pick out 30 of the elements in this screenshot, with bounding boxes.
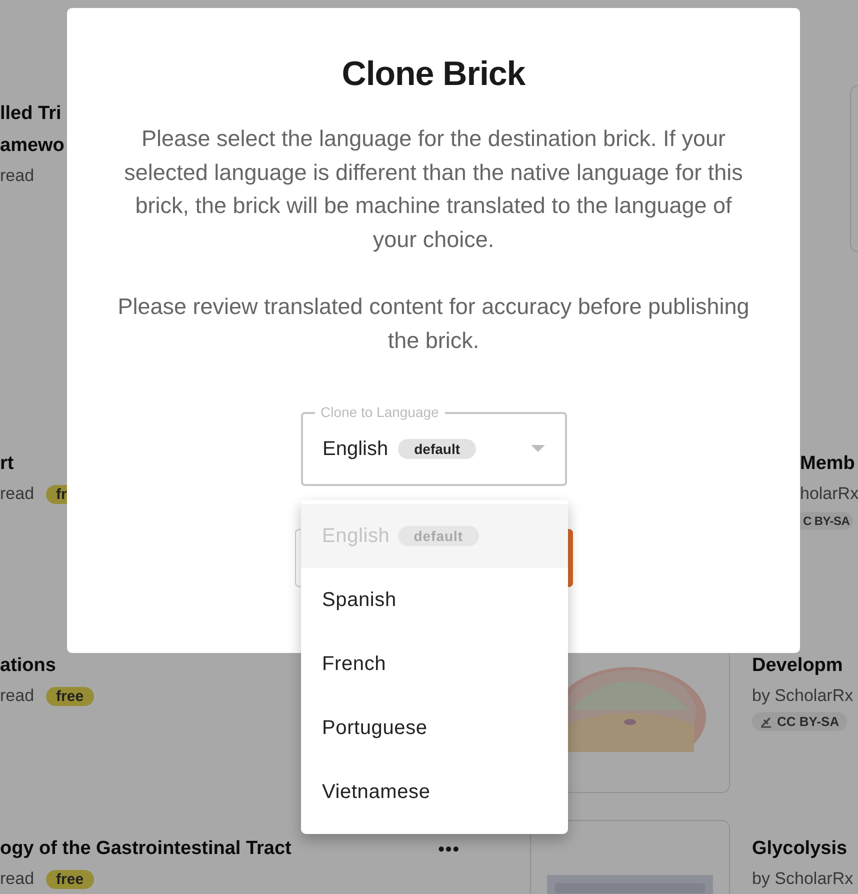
card-title[interactable]: lled Tri — [0, 100, 62, 128]
card-title[interactable]: Developm — [752, 652, 843, 680]
menu-option[interactable]: Vietnamese — [301, 760, 568, 824]
card-title[interactable]: ogy of the Gastrointestinal Tract — [0, 835, 292, 863]
read-time: read — [0, 483, 34, 505]
author: by ScholarRx — [752, 868, 854, 890]
license-badge: CC BY-SA — [752, 712, 848, 731]
read-time: read — [0, 685, 34, 707]
menu-option[interactable]: Spanish — [301, 568, 568, 632]
instruction-text: Please select the language for the destination brick. If your selected language is different than the native language for this brick, the brick will be machine translated to the language of your choice. — [123, 125, 744, 254]
menu-option[interactable]: French — [301, 632, 568, 696]
more-menu-button[interactable]: ••• — [438, 838, 460, 860]
instruction-text: Please review translated content for accuracy before publishing the brick. — [116, 293, 750, 354]
author: holarRx — [800, 483, 858, 505]
menu-option[interactable]: Portuguese — [301, 696, 568, 760]
gavel-icon — [760, 716, 772, 728]
default-badge: default — [398, 526, 480, 546]
card-title[interactable]: Memb — [800, 450, 855, 478]
read-time: read — [0, 868, 34, 890]
card-title[interactable]: rt — [0, 450, 14, 478]
card-title[interactable]: Glycolysis — [752, 835, 848, 863]
dialog-title: Clone Brick — [342, 54, 526, 95]
price-badge: free — [46, 870, 94, 888]
caret-icon — [530, 445, 544, 453]
author: by ScholarRx — [752, 685, 854, 707]
read-time: read — [0, 165, 34, 187]
default-badge: default — [398, 439, 476, 459]
card-title[interactable]: ations — [0, 652, 56, 680]
price-badge: free — [46, 686, 94, 706]
card-title[interactable]: amewo — [0, 132, 64, 160]
